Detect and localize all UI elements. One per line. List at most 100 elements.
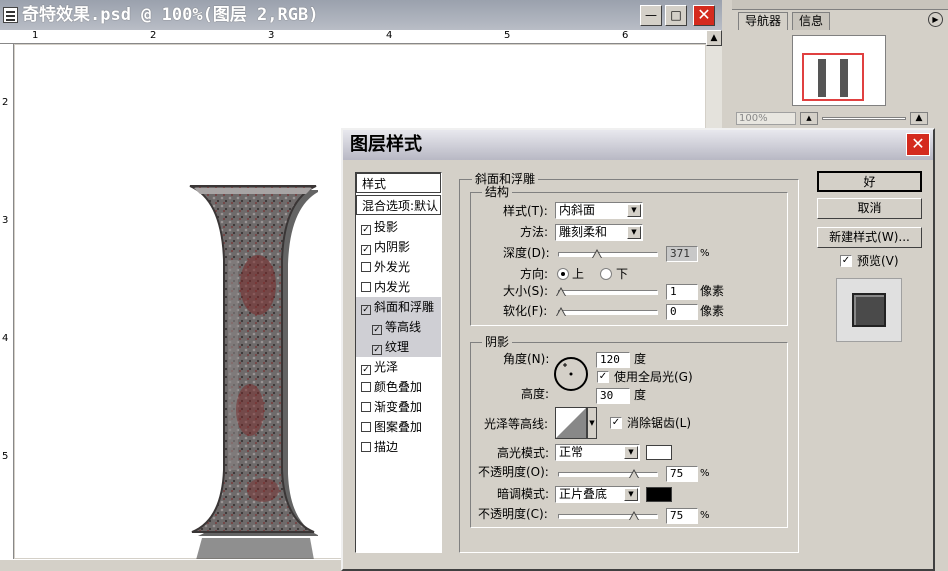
style-list-item[interactable]: ✓ 投影	[356, 217, 441, 237]
minimize-button[interactable]: —	[640, 5, 662, 26]
depth-slider[interactable]	[558, 249, 658, 259]
method-select[interactable]: 雕刻柔和 ▼	[555, 224, 643, 241]
style-checkbox[interactable]	[361, 262, 371, 272]
style-checkbox[interactable]: ✓	[361, 245, 371, 255]
style-checkbox[interactable]: ✓	[372, 325, 382, 335]
thumbnail-pillar	[818, 59, 826, 97]
ruler-tick-label: 6	[622, 30, 629, 41]
style-preview-box	[836, 278, 902, 342]
soften-slider[interactable]	[556, 307, 658, 317]
shadow-opacity-slider[interactable]	[558, 511, 658, 521]
slider-thumb-icon[interactable]	[629, 511, 639, 521]
ruler-tick-label: 4	[386, 30, 393, 41]
highlight-color-swatch[interactable]	[646, 445, 672, 460]
ruler-tick-label: 2	[2, 97, 9, 108]
shadow-color-swatch[interactable]	[646, 487, 672, 502]
size-label: 大小(S):	[503, 284, 549, 298]
slider-thumb-icon[interactable]	[629, 469, 639, 479]
direction-up-radio[interactable]	[557, 268, 569, 280]
shadow-mode-select[interactable]: 正片叠底 ▼	[555, 486, 640, 503]
global-light-checkbox[interactable]: ✓	[597, 371, 609, 383]
style-checkbox[interactable]: ✓	[361, 305, 371, 315]
slider-thumb-icon[interactable]	[592, 249, 602, 259]
style-list-item[interactable]: ✓ 内阴影	[356, 237, 441, 257]
altitude-field[interactable]: 30	[596, 388, 630, 404]
angle-field[interactable]: 120	[596, 352, 630, 368]
style-list-label: 渐变叠加	[374, 400, 423, 414]
style-list-item[interactable]: 描边	[356, 437, 441, 457]
chevron-down-icon: ▼	[627, 204, 641, 217]
style-list-item[interactable]: 渐变叠加	[356, 397, 441, 417]
style-select[interactable]: 内斜面 ▼	[555, 202, 643, 219]
navigator-view-box[interactable]	[802, 53, 864, 101]
structure-title: 结构	[482, 185, 513, 199]
soften-label: 软化(F):	[503, 304, 548, 318]
chevron-down-icon: ▼	[624, 446, 638, 459]
style-list-label: 内发光	[374, 280, 411, 294]
style-list-header[interactable]: 样式	[356, 173, 441, 193]
ok-button[interactable]: 好	[817, 171, 922, 192]
method-label: 方法:	[520, 225, 549, 239]
style-checkbox[interactable]	[361, 442, 371, 452]
tab-info[interactable]: 信息	[792, 12, 831, 30]
slider-thumb-icon[interactable]	[556, 307, 566, 317]
cancel-button[interactable]: 取消	[817, 198, 922, 219]
panel-menu-icon[interactable]: ▶	[928, 12, 943, 27]
style-list-item[interactable]: ✓ 等高线	[356, 317, 441, 337]
shading-title: 阴影	[482, 335, 513, 349]
highlight-mode-select[interactable]: 正常 ▼	[555, 444, 640, 461]
style-list-item[interactable]: 图案叠加	[356, 417, 441, 437]
navigator-tabs: 导航器 信息	[736, 12, 946, 30]
angle-dial[interactable]	[553, 356, 589, 392]
style-list-item[interactable]: ✓ 斜面和浮雕	[356, 297, 441, 317]
zoom-field[interactable]: 100%	[736, 112, 796, 125]
new-style-button[interactable]: 新建样式(W)...	[817, 227, 922, 248]
tab-navigator[interactable]: 导航器	[738, 12, 789, 30]
dialog-close-button[interactable]: ✕	[906, 133, 930, 156]
chevron-down-icon[interactable]: ▼	[587, 407, 597, 439]
ruler-tick-label: 3	[268, 30, 275, 41]
gloss-contour-swatch[interactable]	[555, 407, 587, 439]
style-checkbox[interactable]	[361, 402, 371, 412]
shadow-opacity-field[interactable]: 75	[666, 508, 698, 524]
close-document-button[interactable]: ✕	[693, 5, 715, 26]
style-checkbox[interactable]	[361, 282, 371, 292]
dialog-title-bar[interactable]: 图层样式	[343, 130, 933, 160]
style-checkbox[interactable]	[361, 422, 371, 432]
blending-options-item[interactable]: 混合选项:默认	[356, 195, 441, 215]
ruler-tick-label: 3	[2, 215, 9, 226]
style-label: 样式(T):	[503, 204, 548, 218]
shadow-opacity-label: 不透明度(C):	[478, 507, 548, 521]
scroll-up-icon[interactable]: ▲	[706, 30, 722, 46]
size-slider[interactable]	[556, 287, 658, 297]
style-checkbox[interactable]: ✓	[361, 365, 371, 375]
document-title-bar[interactable]: 奇特效果.psd @ 100%(图层 2,RGB)	[0, 0, 722, 30]
size-field[interactable]: 1	[666, 284, 698, 300]
style-checkbox[interactable]: ✓	[361, 225, 371, 235]
zoom-out-icon[interactable]: ▲	[800, 112, 818, 125]
maximize-button[interactable]: □	[665, 5, 687, 26]
style-list-item[interactable]: ✓ 光泽	[356, 357, 441, 377]
soften-field[interactable]: 0	[666, 304, 698, 320]
style-list-item[interactable]: ✓ 纹理	[356, 337, 441, 357]
preview-checkbox[interactable]: ✓	[840, 255, 852, 267]
style-list-item[interactable]: 内发光	[356, 277, 441, 297]
style-list-item[interactable]: 外发光	[356, 257, 441, 277]
highlight-opacity-field[interactable]: 75	[666, 466, 698, 482]
highlight-opacity-slider[interactable]	[558, 469, 658, 479]
style-checkbox[interactable]	[361, 382, 371, 392]
style-list-item[interactable]: 颜色叠加	[356, 377, 441, 397]
antialias-checkbox[interactable]: ✓	[610, 417, 622, 429]
panel-title-bar[interactable]	[732, 0, 948, 10]
angle-unit: 度	[634, 352, 647, 366]
direction-down-radio[interactable]	[600, 268, 612, 280]
style-checkbox[interactable]: ✓	[372, 345, 382, 355]
shadow-mode-label: 暗调模式:	[497, 487, 550, 501]
zoom-slider[interactable]	[822, 117, 906, 120]
slider-thumb-icon[interactable]	[556, 287, 566, 297]
zoom-in-icon[interactable]: ▲	[910, 112, 928, 125]
style-list-label: 等高线	[385, 320, 422, 334]
antialias-label: 消除锯齿(L)	[627, 416, 692, 430]
depth-field[interactable]: 371	[666, 246, 698, 262]
style-list: 样式 混合选项:默认 ✓ 投影 ✓ 内阴影 外发光 内发光 ✓ 斜面和浮雕 ✓ 等高线 ✓ 纹理 ✓ 光泽…	[355, 172, 442, 553]
